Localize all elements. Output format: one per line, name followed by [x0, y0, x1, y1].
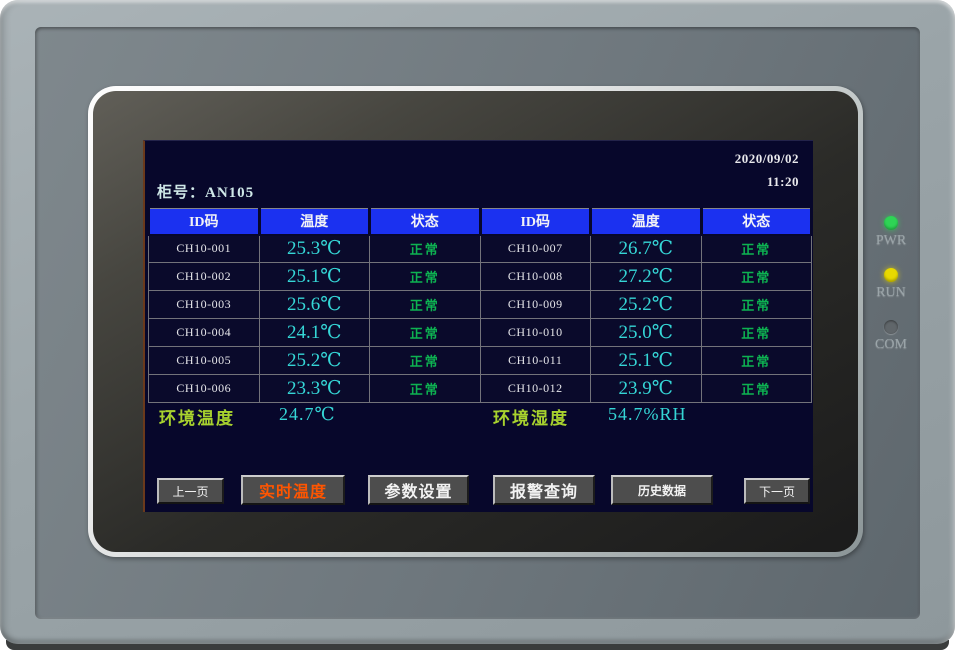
temp-cell: 24.1℃	[259, 319, 370, 347]
temp-cell: 26.7℃	[591, 235, 702, 263]
next-page-button[interactable]: 下一页	[744, 478, 810, 504]
ambient-readings: 环境温度 24.7℃ 环境湿度 54.7%RH	[145, 404, 813, 428]
pwr-led-group: PWR	[876, 216, 906, 249]
run-led-group: RUN	[876, 268, 906, 301]
header-status-cell: 状态	[701, 209, 812, 235]
temp-cell: 25.3℃	[259, 235, 370, 263]
ambient-humidity-value: 54.7%RH	[608, 404, 687, 425]
datetime-display: 2020/09/02 11:20	[735, 147, 799, 194]
id-cell: CH10-006	[149, 375, 260, 403]
realtime-temperature-button[interactable]: 实时温度	[241, 475, 345, 505]
run-led-label: RUN	[876, 285, 906, 301]
time-text: 11:20	[735, 170, 799, 193]
temp-cell: 23.9℃	[591, 375, 702, 403]
table-header-row: ID码 温度 状态 ID码 温度 状态	[149, 209, 812, 235]
status-cell: 正常	[701, 291, 812, 319]
temp-cell: 23.3℃	[259, 375, 370, 403]
id-cell: CH10-003	[149, 291, 260, 319]
com-led-label: COM	[875, 337, 907, 353]
id-cell: CH10-011	[480, 347, 591, 375]
header-id-cell: ID码	[480, 209, 591, 235]
id-cell: CH10-012	[480, 375, 591, 403]
id-cell: CH10-008	[480, 263, 591, 291]
table-row: CH10-005 25.2℃ 正常 CH10-011 25.1℃ 正常	[149, 347, 812, 375]
table-row: CH10-001 25.3℃ 正常 CH10-007 26.7℃ 正常	[149, 235, 812, 263]
status-cell: 正常	[701, 375, 812, 403]
table-row: CH10-004 24.1℃ 正常 CH10-010 25.0℃ 正常	[149, 319, 812, 347]
id-cell: CH10-004	[149, 319, 260, 347]
status-cell: 正常	[701, 263, 812, 291]
status-cell: 正常	[701, 319, 812, 347]
id-cell: CH10-001	[149, 235, 260, 263]
ambient-temperature-label: 环境温度	[159, 404, 235, 429]
status-cell: 正常	[701, 235, 812, 263]
front-panel: 2020/09/02 11:20 柜号：AN105 ID码 温度 状态 ID码 …	[35, 27, 920, 619]
screen-glass: 2020/09/02 11:20 柜号：AN105 ID码 温度 状态 ID码 …	[93, 91, 858, 552]
table-row: CH10-006 23.3℃ 正常 CH10-012 23.9℃ 正常	[149, 375, 812, 403]
cabinet-label: 柜号：AN105	[157, 181, 254, 202]
status-cell: 正常	[370, 347, 481, 375]
status-cell: 正常	[370, 375, 481, 403]
com-led-light	[884, 320, 898, 334]
temp-cell: 25.1℃	[259, 263, 370, 291]
header-status-cell: 状态	[370, 209, 481, 235]
table-row: CH10-002 25.1℃ 正常 CH10-008 27.2℃ 正常	[149, 263, 812, 291]
alarm-query-button[interactable]: 报警查询	[493, 475, 595, 505]
id-cell: CH10-002	[149, 263, 260, 291]
status-cell: 正常	[370, 263, 481, 291]
ambient-temperature-value: 24.7℃	[279, 404, 336, 425]
temp-cell: 25.2℃	[591, 291, 702, 319]
date-text: 2020/09/02	[735, 147, 799, 170]
table-row: CH10-003 25.6℃ 正常 CH10-009 25.2℃ 正常	[149, 291, 812, 319]
screen-bezel: 2020/09/02 11:20 柜号：AN105 ID码 温度 状态 ID码 …	[88, 86, 863, 557]
status-cell: 正常	[370, 235, 481, 263]
id-cell: CH10-009	[480, 291, 591, 319]
temperature-table: ID码 温度 状态 ID码 温度 状态 CH10-001 25.3℃ 正常	[147, 208, 813, 403]
status-cell: 正常	[370, 319, 481, 347]
run-led-light	[884, 268, 898, 282]
device-frame: 2020/09/02 11:20 柜号：AN105 ID码 温度 状态 ID码 …	[0, 0, 955, 644]
prev-page-button[interactable]: 上一页	[157, 478, 224, 504]
ambient-humidity-label: 环境湿度	[493, 404, 569, 429]
id-cell: CH10-007	[480, 235, 591, 263]
temp-cell: 25.6℃	[259, 291, 370, 319]
temp-cell: 25.0℃	[591, 319, 702, 347]
lcd-screen: 2020/09/02 11:20 柜号：AN105 ID码 温度 状态 ID码 …	[143, 140, 813, 512]
parameter-settings-button[interactable]: 参数设置	[368, 475, 469, 505]
status-cell: 正常	[701, 347, 812, 375]
temp-cell: 27.2℃	[591, 263, 702, 291]
header-id-cell: ID码	[149, 209, 260, 235]
history-data-button[interactable]: 历史数据	[611, 475, 713, 505]
com-led-group: COM	[875, 320, 907, 353]
header-temp-cell: 温度	[591, 209, 702, 235]
status-cell: 正常	[370, 291, 481, 319]
temp-cell: 25.1℃	[591, 347, 702, 375]
status-led-column: PWR RUN COM	[861, 216, 921, 353]
id-cell: CH10-010	[480, 319, 591, 347]
hmi-device: 2020/09/02 11:20 柜号：AN105 ID码 温度 状态 ID码 …	[0, 0, 955, 650]
pwr-led-light	[884, 216, 898, 230]
pwr-led-label: PWR	[876, 233, 906, 249]
header-temp-cell: 温度	[259, 209, 370, 235]
temp-cell: 25.2℃	[259, 347, 370, 375]
id-cell: CH10-005	[149, 347, 260, 375]
